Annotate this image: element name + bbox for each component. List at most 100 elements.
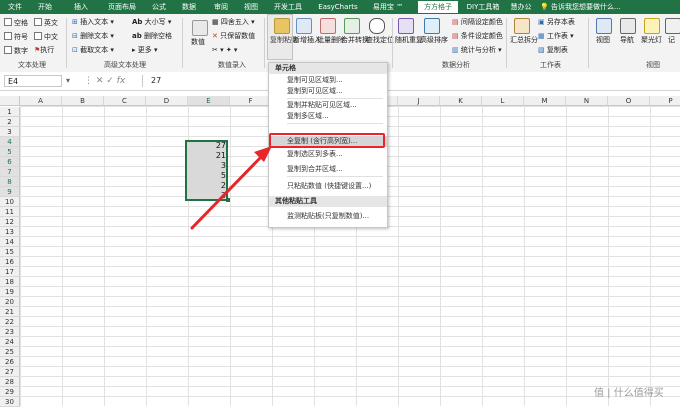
tab-huibangong[interactable]: 慧办公 <box>506 1 536 13</box>
worksheet-icon: ▦ <box>538 32 545 40</box>
memo-button[interactable]: 记 <box>668 36 675 45</box>
insert-symbol-button[interactable]: ✂ ▾ ✦ ▾ <box>212 46 237 55</box>
tab-formulas[interactable]: 公式 <box>146 1 172 13</box>
checkbox-icon <box>34 18 42 26</box>
worksheet-button[interactable]: ▦ 工作表 ▾ <box>538 32 574 41</box>
group-label-advanced-text: 高级文本处理 <box>104 61 146 69</box>
spotlight-icon <box>644 18 660 34</box>
group-label-worksheet: 工作表 <box>540 61 561 69</box>
copy-sheet-icon: ▧ <box>538 46 545 54</box>
navigation-icon <box>620 18 636 34</box>
extract-text-button[interactable]: ⊡ 截取文本 ▾ <box>72 46 114 55</box>
group-separator <box>66 18 67 68</box>
check-number[interactable]: 数字 <box>4 46 28 56</box>
random-repeat-button[interactable]: 随机重复 <box>395 36 423 45</box>
copy-sheet-button[interactable]: ▧ 复制表 <box>538 46 568 55</box>
group-separator <box>506 18 507 68</box>
random-repeat-icon <box>398 18 414 34</box>
merge-convert-icon <box>344 18 360 34</box>
delete-text-button[interactable]: ⊟ 删除文本 ▾ <box>72 32 114 41</box>
menu-section-other-paste: 其他粘贴工具 <box>269 196 387 207</box>
symbol-icon: ✂ ▾ ✦ ▾ <box>212 46 238 54</box>
numeric-button[interactable]: 数值 <box>191 38 205 47</box>
tab-diy-toolbox[interactable]: DIY工具箱 <box>462 1 504 13</box>
tab-review[interactable]: 审阅 <box>208 1 234 13</box>
keep-values-button[interactable]: ✕ 只保留数值 <box>212 32 255 41</box>
execute-button[interactable]: ⚑执行 <box>34 46 54 55</box>
menu-section-cells: 单元格 <box>269 63 387 74</box>
checkbox-icon <box>4 18 12 26</box>
menu-item-copy-to-merged[interactable]: 复制到合并区域... <box>269 164 387 175</box>
menu-item-copy-to-sheets[interactable]: 复制选区到多表... <box>269 149 387 160</box>
tab-yiyongbao[interactable]: 易用宝 ™ <box>368 1 408 13</box>
group-separator <box>392 18 393 68</box>
save-sheet-button[interactable]: ▣ 另存本表 <box>538 18 575 27</box>
interval-color-icon: ▤ <box>452 18 459 26</box>
spotlight-button[interactable]: 聚光灯 <box>641 36 662 45</box>
group-separator <box>264 18 265 68</box>
check-space[interactable]: 空格 <box>4 18 28 28</box>
formula-icons: ⋮ ✕ ✓ fx <box>84 76 126 86</box>
view-button[interactable]: 视图 <box>596 36 610 45</box>
check-chinese[interactable]: 中文 <box>34 32 58 42</box>
tab-home[interactable]: 开始 <box>32 1 58 13</box>
tab-view[interactable]: 视图 <box>238 1 264 13</box>
ribbon-tab-bar: 文件 开始 插入 页面布局 公式 数据 审阅 视图 开发工具 EasyChart… <box>0 0 680 14</box>
navigation-button[interactable]: 导航 <box>620 36 634 45</box>
cell-e9[interactable]: 3 <box>186 191 228 201</box>
tab-fangfang-gezi[interactable]: 方方格子 <box>418 1 458 13</box>
tab-file[interactable]: 文件 <box>2 1 28 13</box>
name-box-dropdown-icon[interactable]: ▾ <box>66 75 70 87</box>
extract-text-icon: ⊡ <box>72 46 78 54</box>
cell-e8[interactable]: 2 <box>186 181 228 191</box>
tell-me-box[interactable]: 💡 告诉我您想要做什么... <box>540 1 680 13</box>
cell-e4[interactable]: 27 <box>186 141 228 151</box>
tab-page-layout[interactable]: 页面布局 <box>102 1 142 13</box>
conditional-color-icon: ▤ <box>452 32 459 40</box>
menu-item-copy-multi-area[interactable]: 复制多区域... <box>269 111 387 122</box>
menu-item-copy-visible-to[interactable]: 复制可见区域到... <box>269 75 387 86</box>
more-button[interactable]: ▸ 更多 ▾ <box>132 46 158 55</box>
find-locate-button[interactable]: 查找定位 <box>366 36 394 45</box>
cell-e5[interactable]: 21 <box>186 151 228 161</box>
tab-developer[interactable]: 开发工具 <box>268 1 308 13</box>
keep-values-icon: ✕ <box>212 32 218 40</box>
stats-button[interactable]: ▥ 统计与分析 ▾ <box>452 46 502 55</box>
check-english[interactable]: 英文 <box>34 18 58 28</box>
remove-spaces-button[interactable]: ab 删除空格 <box>132 32 172 41</box>
summary-split-button[interactable]: 汇总拆分 <box>510 36 538 45</box>
menu-item-copy-paste-visible[interactable]: 复制并粘贴可见区域... <box>269 100 387 111</box>
tab-data[interactable]: 数据 <box>176 1 202 13</box>
insert-text-button[interactable]: ⊞ 插入文本 ▾ <box>72 18 114 27</box>
cell-e7[interactable]: 5 <box>186 171 228 181</box>
insert-text-icon: ⊞ <box>72 18 78 26</box>
formula-input[interactable]: 27 <box>142 75 676 87</box>
tab-easycharts[interactable]: EasyCharts <box>312 1 364 13</box>
numeric-icon <box>192 20 208 36</box>
find-locate-icon <box>369 18 385 34</box>
group-separator <box>182 18 183 68</box>
name-box[interactable]: E4 <box>4 75 62 87</box>
delete-text-icon: ⊟ <box>72 32 78 40</box>
merge-convert-button[interactable]: 合并转换 <box>341 36 369 45</box>
menu-item-copy-to-visible[interactable]: 复制到可见区域... <box>269 86 387 97</box>
advanced-sort-icon <box>424 18 440 34</box>
conditional-color-button[interactable]: ▤ 条件设定颜色 <box>452 32 503 41</box>
menu-item-paste-values-only[interactable]: 只粘贴数值 (快捷键设置...) <box>269 181 387 192</box>
cell-e6[interactable]: 3 <box>186 161 228 171</box>
group-label-text-processing: 文本处理 <box>18 61 46 69</box>
group-separator <box>588 18 589 68</box>
check-symbol[interactable]: 符号 <box>4 32 28 42</box>
menu-item-monitor-clipboard[interactable]: 监测粘贴板(只复制数值)... <box>269 211 387 222</box>
tab-insert[interactable]: 插入 <box>68 1 94 13</box>
group-label-numeric: 数值录入 <box>218 61 246 69</box>
add-insert-icon <box>296 18 312 34</box>
more-icon: ▸ <box>132 46 136 54</box>
advanced-sort-button[interactable]: 高级排序 <box>420 36 448 45</box>
interval-color-button[interactable]: ▤ 间隔设定颜色 <box>452 18 503 27</box>
case-button[interactable]: Ab 大小写 ▾ <box>132 18 171 27</box>
menu-separator <box>287 176 383 177</box>
round-button[interactable]: ▦ 四舍五入 ▾ <box>212 18 255 27</box>
menu-separator <box>287 98 383 99</box>
remove-spaces-icon: ab <box>132 32 142 40</box>
